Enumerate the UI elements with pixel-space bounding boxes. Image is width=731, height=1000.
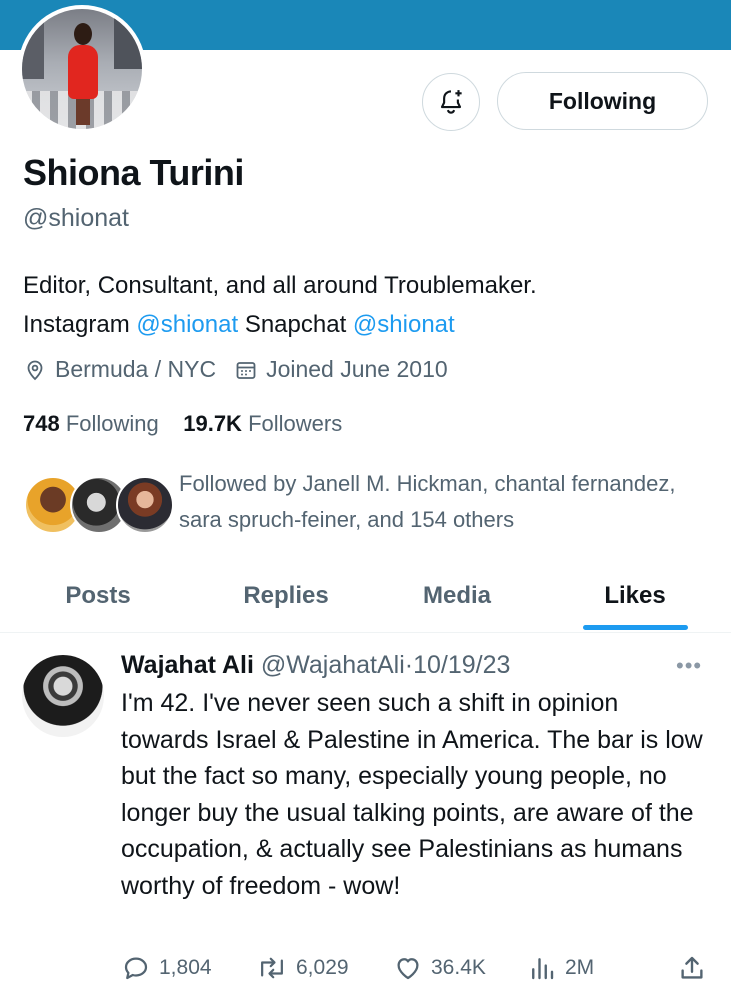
profile-bio: Editor, Consultant, and all around Troub… xyxy=(23,266,713,344)
tab-media[interactable]: Media xyxy=(382,560,532,632)
like-count: 36.4K xyxy=(431,956,486,979)
tweet-author-avatar[interactable] xyxy=(22,655,104,737)
tweet-text: I'm 42. I've never seen such a shift in … xyxy=(121,689,703,900)
joined-text: Joined June 2010 xyxy=(266,356,448,382)
more-horizontal-icon[interactable]: ••• xyxy=(676,653,702,679)
following-button[interactable]: Following xyxy=(497,72,708,130)
profile-tabs: Posts Replies Media Likes xyxy=(0,560,731,633)
followers-link[interactable]: 19.7K Followers xyxy=(183,411,342,436)
reply-icon xyxy=(124,957,148,980)
bell-plus-icon xyxy=(440,90,462,114)
profile-counts: 748 Following 19.7K Followers xyxy=(23,411,342,437)
calendar-icon xyxy=(236,361,256,379)
followers-count: 19.7K xyxy=(183,411,242,436)
active-tab-indicator xyxy=(583,625,688,630)
tweet[interactable]: Wajahat Ali @WajahatAli·10/19/23 ••• I'm… xyxy=(0,633,731,1000)
followed-by-avatars[interactable] xyxy=(24,476,174,536)
tweet-author-handle[interactable]: @WajahatAli xyxy=(261,651,405,679)
tweet-date[interactable]: 10/19/23 xyxy=(413,651,510,679)
following-label: Following xyxy=(65,411,159,436)
reply-count: 1,804 xyxy=(159,956,212,979)
profile-avatar[interactable] xyxy=(18,5,146,133)
tweet-header: Wajahat Ali @WajahatAli·10/19/23 xyxy=(121,651,510,680)
snapchat-link[interactable]: @shionat xyxy=(353,311,455,338)
views-button[interactable]: 2M xyxy=(527,953,594,983)
tab-replies[interactable]: Replies xyxy=(211,560,361,632)
like-icon xyxy=(397,958,419,980)
tweet-author-name[interactable]: Wajahat Ali xyxy=(121,651,254,679)
profile-joined: Joined June 2010 xyxy=(234,356,448,383)
like-button[interactable]: 36.4K xyxy=(393,953,486,983)
following-count: 748 xyxy=(23,411,60,436)
followed-by-text[interactable]: Followed by Janell M. Hickman, chantal f… xyxy=(179,466,719,538)
follower-avatar xyxy=(116,476,174,534)
instagram-label: Instagram xyxy=(23,311,130,338)
reply-button[interactable]: 1,804 xyxy=(121,953,212,983)
tweet-separator: · xyxy=(404,651,414,679)
instagram-link[interactable]: @shionat xyxy=(136,311,238,338)
repost-icon xyxy=(261,957,283,979)
views-count: 2M xyxy=(565,956,595,979)
snapchat-label: Snapchat xyxy=(244,311,347,338)
following-link[interactable]: 748 Following xyxy=(23,411,159,436)
tab-likes[interactable]: Likes xyxy=(560,560,710,632)
profile-handle: @shionat xyxy=(23,204,129,232)
location-text: Bermuda / NYC xyxy=(55,356,217,382)
bio-line-2: Instagram @shionat Snapchat @shionat xyxy=(23,305,713,344)
followers-label: Followers xyxy=(248,411,343,436)
tab-posts[interactable]: Posts xyxy=(23,560,173,632)
profile-location: Bermuda / NYC xyxy=(23,356,216,383)
repost-button[interactable]: 6,029 xyxy=(256,953,349,983)
bio-line-1: Editor, Consultant, and all around Troub… xyxy=(23,272,537,299)
tweet-actions: 1,804 6,029 36.4K 2M xyxy=(121,953,711,985)
share-icon xyxy=(681,956,703,979)
views-icon xyxy=(532,958,554,980)
repost-count: 6,029 xyxy=(296,956,349,979)
avatar-photo xyxy=(22,9,142,129)
profile-name: Shiona Turini xyxy=(23,152,244,193)
notify-button[interactable] xyxy=(422,73,480,131)
share-button[interactable] xyxy=(677,953,715,983)
location-pin-icon xyxy=(27,360,43,380)
profile-meta: Bermuda / NYC Joined June 2010 xyxy=(23,356,466,383)
